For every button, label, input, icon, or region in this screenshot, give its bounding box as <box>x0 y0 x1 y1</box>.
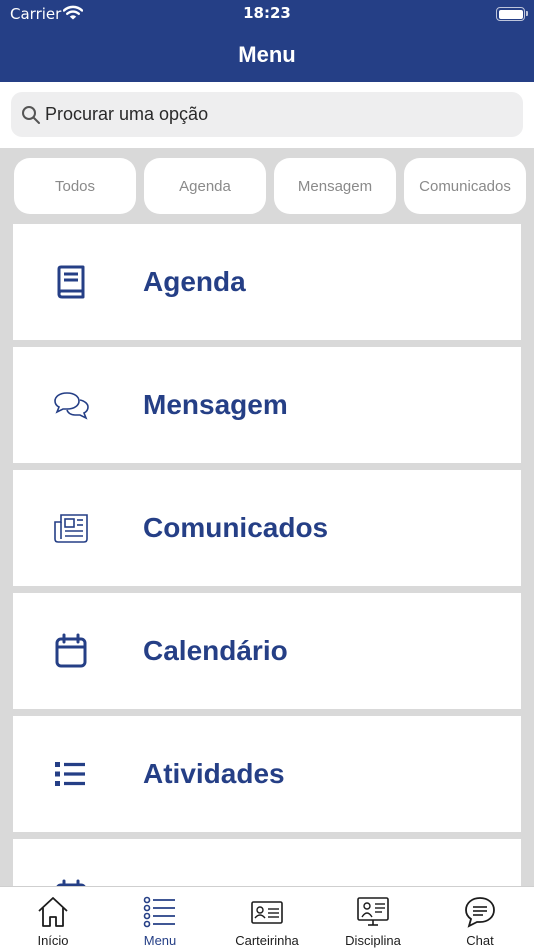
tab-label: Disciplina <box>345 933 401 948</box>
tab-label: Menu <box>143 933 177 948</box>
search-bar[interactable] <box>11 92 523 137</box>
newspaper-icon <box>53 510 89 546</box>
tab-bar: Início Menu Carteirinha Disciplina Chat <box>0 886 534 950</box>
filter-chips: Todos Agenda Mensagem Comunicados <box>0 148 534 224</box>
page-title: Menu <box>238 42 296 67</box>
header-bar: Carrier 18:23 Menu <box>0 0 534 82</box>
filter-chip-agenda[interactable]: Agenda <box>144 158 266 214</box>
tab-chat[interactable]: Chat <box>427 887 533 950</box>
menu-item-comunicados[interactable]: Comunicados <box>13 470 521 586</box>
calendar-icon <box>53 633 89 669</box>
tab-label: Chat <box>466 933 494 948</box>
menu-item-atividades[interactable]: Atividades <box>13 716 521 832</box>
filter-chip-comunicados[interactable]: Comunicados <box>404 158 526 214</box>
status-bar: Carrier 18:23 <box>0 0 534 28</box>
list-icon <box>53 756 89 792</box>
menu-item-mensagem[interactable]: Mensagem <box>13 347 521 463</box>
tab-carteirinha[interactable]: Carteirinha <box>214 887 320 950</box>
menu-item-label: Mensagem <box>143 389 288 420</box>
tab-menu[interactable]: Menu <box>107 887 213 950</box>
filter-chip-mensagem[interactable]: Mensagem <box>274 158 396 214</box>
menu-item-label: Agenda <box>143 266 246 297</box>
menu-item-label: Comunicados <box>143 512 329 543</box>
menu-item-label: Atividades <box>143 758 285 789</box>
tab-label: Carteirinha <box>235 933 299 948</box>
battery-icon <box>496 7 528 21</box>
tab-disciplina[interactable]: Disciplina <box>320 887 426 950</box>
tab-inicio[interactable]: Início <box>0 887 106 950</box>
chat-bubbles-icon <box>53 387 89 423</box>
menu-item-agenda[interactable]: Agenda <box>13 224 521 340</box>
tab-label: Início <box>37 933 69 948</box>
menu-item-calendario[interactable]: Calendário <box>13 593 521 709</box>
book-icon <box>53 264 89 300</box>
menu-item-label: Calendário <box>143 635 288 666</box>
filter-chip-todos[interactable]: Todos <box>14 158 136 214</box>
search-area <box>0 82 534 148</box>
search-input[interactable] <box>45 92 505 137</box>
status-time: 18:23 <box>243 4 291 22</box>
